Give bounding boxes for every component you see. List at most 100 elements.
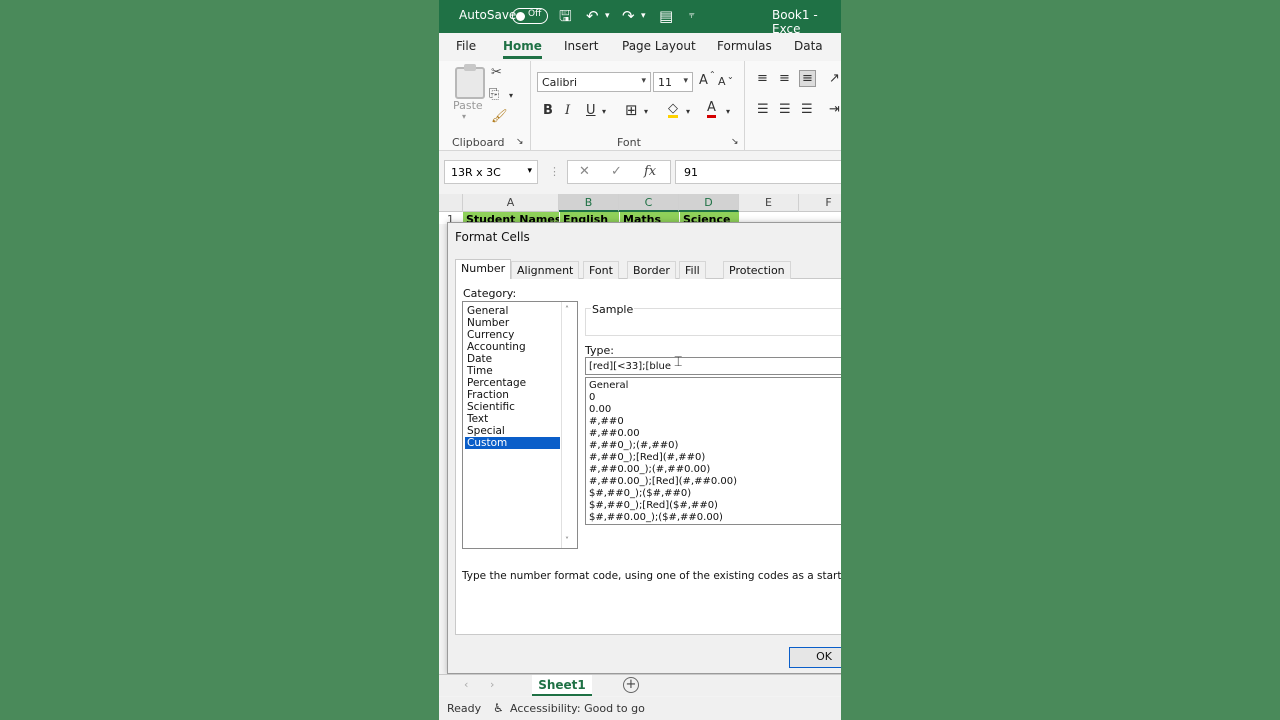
type-item[interactable]: #,##0_);[Red](#,##0) — [589, 452, 705, 464]
category-text[interactable]: Text — [465, 413, 560, 425]
undo-dropdown-icon[interactable]: ▾ — [605, 8, 610, 24]
italic-button[interactable]: I — [565, 103, 570, 118]
redo-icon[interactable]: ↷ — [622, 8, 635, 24]
format-painter-icon[interactable]: 🖌 — [491, 109, 508, 124]
column-header-f[interactable]: F — [799, 194, 841, 212]
underline-button[interactable]: U — [586, 103, 596, 118]
font-launcher-icon[interactable]: ↘ — [731, 137, 739, 147]
ok-button[interactable]: OK — [789, 647, 841, 668]
category-accounting[interactable]: Accounting — [465, 341, 560, 353]
type-item[interactable]: #,##0_);(#,##0) — [589, 440, 678, 452]
category-custom[interactable]: Custom — [465, 437, 560, 449]
align-center-icon[interactable]: ☰ — [779, 102, 791, 117]
tab-number[interactable]: Number — [455, 259, 512, 280]
tab-page-layout[interactable]: Page Layout — [622, 39, 696, 53]
more-options-icon[interactable]: ⋮ — [549, 165, 560, 178]
cut-icon[interactable]: ✂ — [491, 65, 502, 80]
formula-input[interactable]: 91 — [675, 160, 841, 184]
bold-button[interactable]: B — [543, 103, 553, 118]
type-item[interactable]: #,##0.00_);[Red](#,##0.00) — [589, 476, 737, 488]
align-left-icon[interactable]: ☰ — [757, 102, 769, 117]
cancel-icon[interactable]: ✕ — [579, 164, 590, 179]
fill-color-dropdown-icon[interactable]: ▾ — [686, 107, 690, 116]
insert-function-icon[interactable]: fx — [644, 164, 656, 179]
column-header-b[interactable]: B — [559, 194, 619, 212]
tab-data[interactable]: Data — [794, 39, 823, 53]
orientation-icon[interactable]: ↗ — [829, 71, 840, 86]
category-list[interactable]: General Number Currency Accounting Date … — [462, 301, 578, 549]
prev-sheet-icon[interactable]: ‹ — [464, 678, 468, 691]
select-all-corner[interactable] — [439, 194, 463, 212]
tab-formulas[interactable]: Formulas — [717, 39, 772, 53]
type-item[interactable]: 0 — [589, 392, 595, 404]
font-name-combo[interactable]: Calibri ▾ — [537, 72, 651, 92]
column-header-c[interactable]: C — [619, 194, 679, 212]
type-item[interactable]: 0.00 — [589, 404, 611, 416]
accessibility-icon[interactable]: ♿ — [493, 701, 504, 715]
type-item[interactable]: #,##0.00 — [589, 428, 640, 440]
type-item[interactable]: #,##0.00_);(#,##0.00) — [589, 464, 710, 476]
font-color-dropdown-icon[interactable]: ▾ — [726, 107, 730, 116]
tab-file[interactable]: File — [456, 39, 476, 53]
category-time[interactable]: Time — [465, 365, 560, 377]
undo-icon[interactable]: ↶ — [586, 8, 599, 24]
align-right-icon[interactable]: ☰ — [801, 102, 813, 117]
borders-icon[interactable]: ⊞ — [625, 101, 638, 119]
name-box[interactable]: 13R x 3C ▾ — [444, 160, 538, 184]
tab-home[interactable]: Home — [503, 39, 542, 59]
copy-icon[interactable]: ⎘ — [489, 87, 499, 102]
tab-fill[interactable]: Fill — [679, 261, 706, 279]
clipboard-launcher-icon[interactable]: ↘ — [516, 137, 524, 147]
category-date[interactable]: Date — [465, 353, 560, 365]
column-header-a[interactable]: A — [463, 194, 559, 212]
copy-dropdown-icon[interactable]: ▾ — [509, 91, 513, 100]
category-percentage[interactable]: Percentage — [465, 377, 560, 389]
scroll-down-icon[interactable]: ˅ — [565, 536, 569, 545]
type-item[interactable]: $#,##0.00_);($#,##0.00) — [589, 512, 723, 524]
tab-alignment[interactable]: Alignment — [511, 261, 580, 279]
tab-insert[interactable]: Insert — [564, 39, 598, 53]
type-item[interactable]: $#,##0_);[Red]($#,##0) — [589, 500, 718, 512]
borders-dropdown-icon[interactable]: ▾ — [644, 107, 648, 116]
category-scientific[interactable]: Scientific — [465, 401, 560, 413]
save-icon[interactable]: 🖫 — [559, 8, 572, 24]
category-special[interactable]: Special — [465, 425, 560, 437]
type-item[interactable]: #,##0 — [589, 416, 624, 428]
scroll-up-icon[interactable]: ˄ — [565, 305, 569, 314]
type-list[interactable]: General 0 0.00 #,##0 #,##0.00 #,##0_);(#… — [585, 377, 841, 525]
shrink-font-button[interactable]: A — [718, 75, 726, 88]
type-input[interactable]: [red][<33];[blue — [585, 357, 841, 375]
align-top-icon[interactable]: ≡ — [757, 71, 768, 86]
underline-dropdown-icon[interactable]: ▾ — [602, 107, 606, 116]
grow-font-button[interactable]: A — [699, 73, 708, 88]
paste-label[interactable]: Paste — [453, 99, 483, 112]
sheet-tab-sheet1[interactable]: Sheet1 — [532, 675, 592, 696]
font-size-combo[interactable]: 11 ▾ — [653, 72, 693, 92]
column-header-e[interactable]: E — [739, 194, 799, 212]
type-item[interactable]: General — [589, 380, 628, 392]
tab-font[interactable]: Font — [583, 261, 619, 279]
align-middle-icon[interactable]: ≡ — [779, 71, 790, 86]
paste-dropdown-icon[interactable]: ▾ — [462, 112, 466, 121]
align-bottom-icon[interactable]: ≡ — [799, 70, 816, 87]
form-icon[interactable]: ▤ — [659, 8, 673, 24]
add-sheet-icon[interactable]: + — [623, 677, 639, 693]
type-item[interactable]: $#,##0_);($#,##0) — [589, 488, 691, 500]
font-color-button[interactable]: A — [707, 101, 716, 118]
enter-icon[interactable]: ✓ — [611, 164, 622, 179]
tab-protection[interactable]: Protection — [723, 261, 791, 279]
category-fraction[interactable]: Fraction — [465, 389, 560, 401]
paste-icon[interactable] — [455, 64, 485, 99]
fill-color-icon[interactable]: ◇ — [668, 102, 678, 118]
indent-icon[interactable]: ⇥ — [829, 102, 840, 117]
redo-dropdown-icon[interactable]: ▾ — [641, 8, 646, 24]
accessibility-status[interactable]: Accessibility: Good to go — [510, 702, 645, 715]
tab-border[interactable]: Border — [627, 261, 676, 279]
category-currency[interactable]: Currency — [465, 329, 560, 341]
category-general[interactable]: General — [465, 305, 560, 317]
category-scrollbar[interactable]: ˄ ˅ — [561, 302, 577, 548]
column-header-d[interactable]: D — [679, 194, 739, 212]
next-sheet-icon[interactable]: › — [490, 678, 494, 691]
customize-toolbar-icon[interactable]: ⫧ — [689, 8, 695, 24]
category-number[interactable]: Number — [465, 317, 560, 329]
